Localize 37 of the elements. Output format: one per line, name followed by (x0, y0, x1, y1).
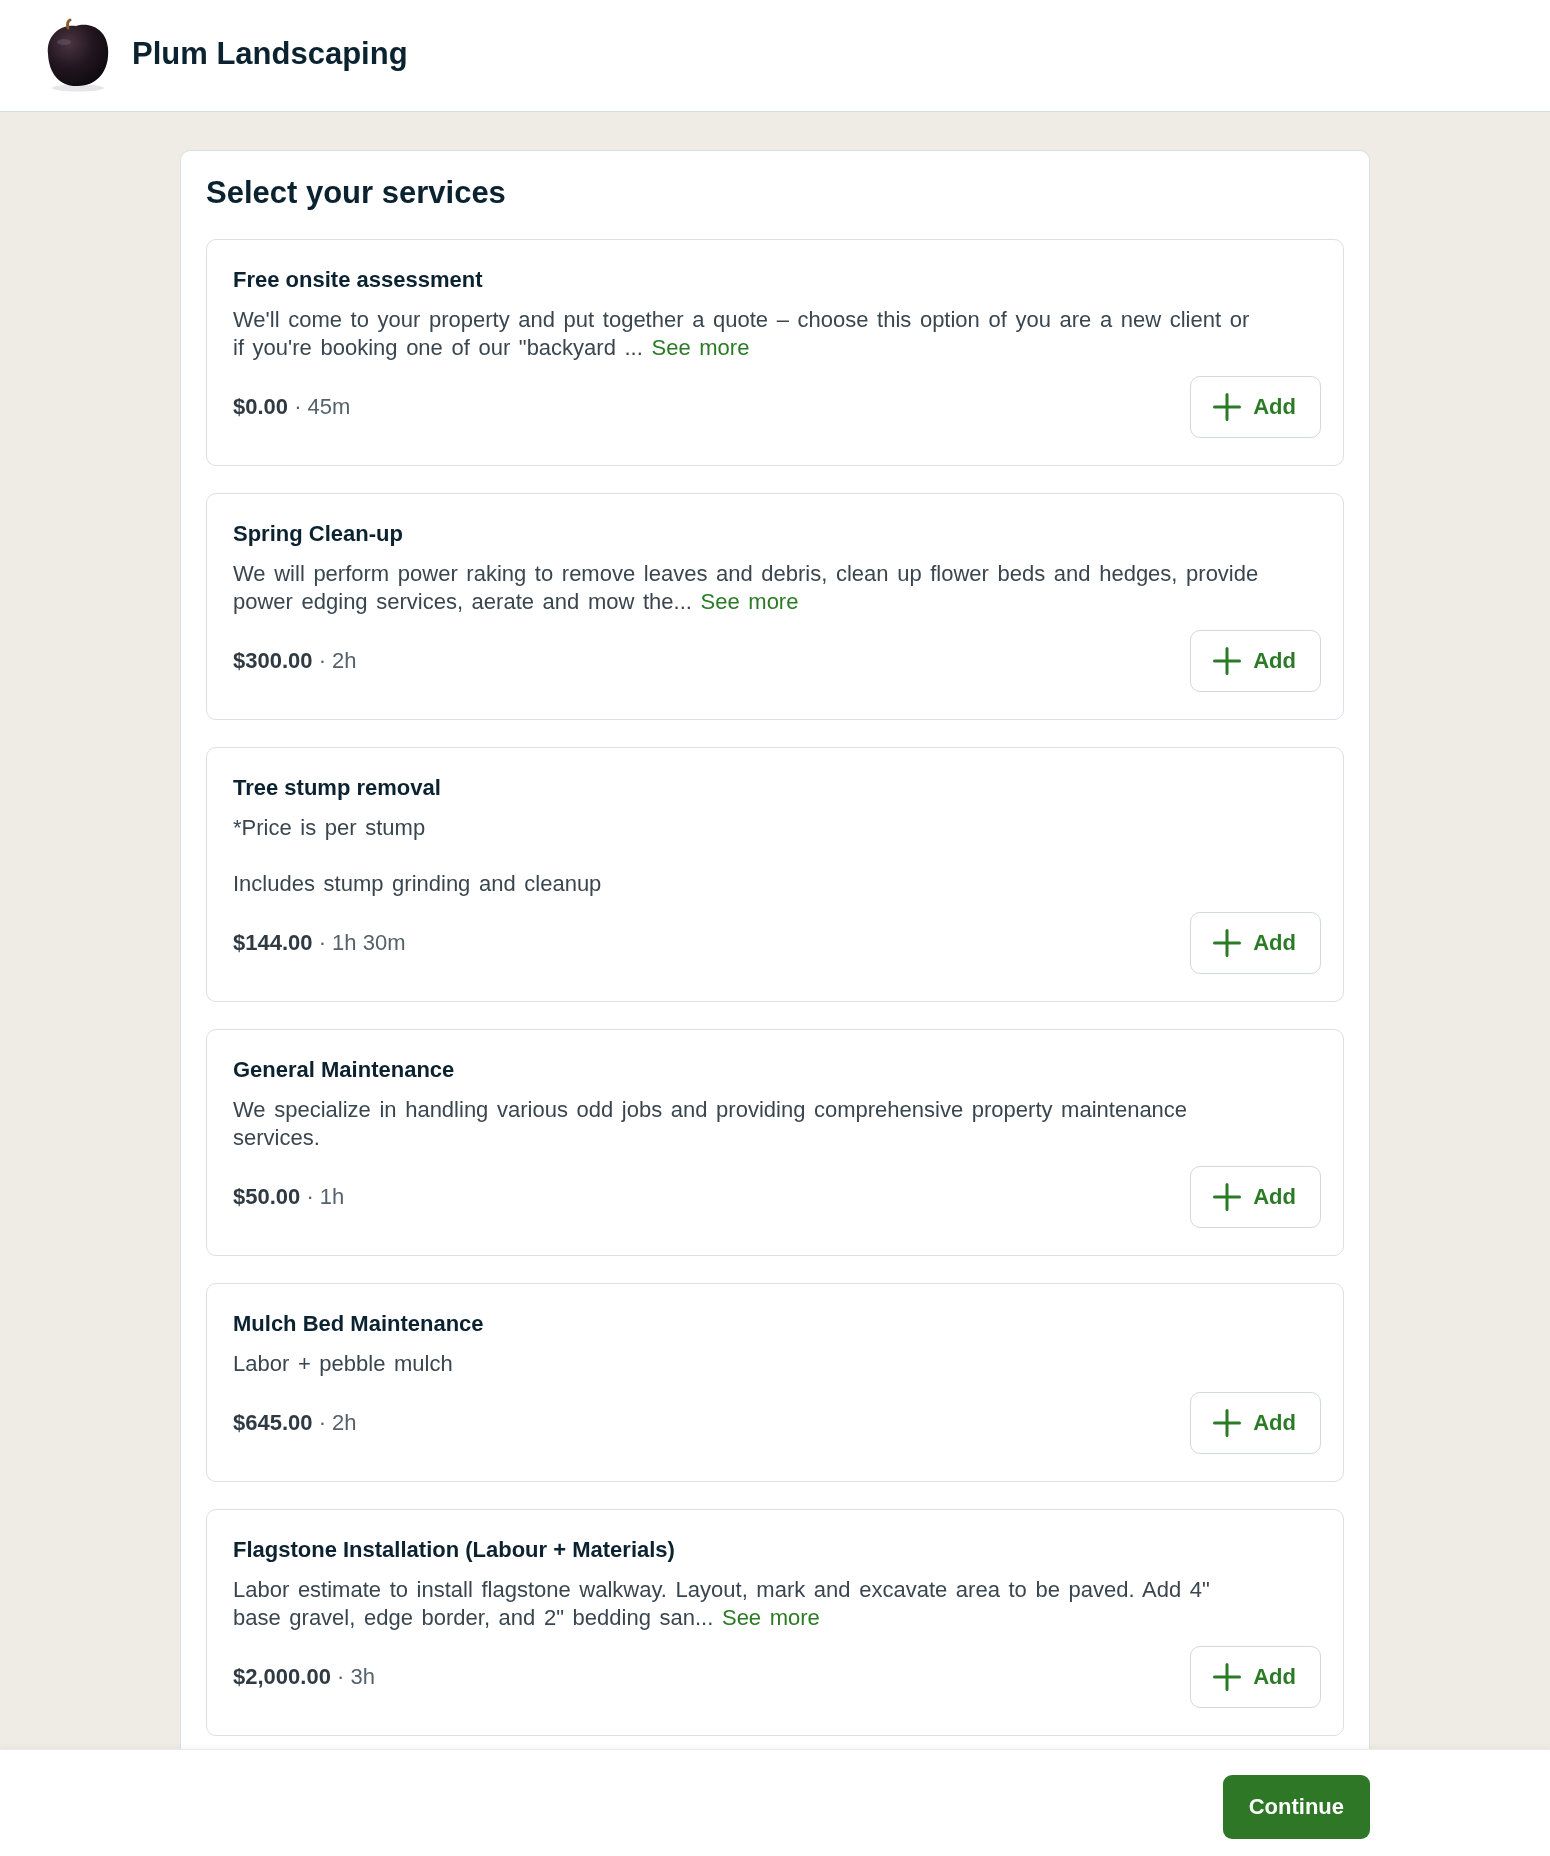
service-description: We will perform power raking to remove leaves and debris, clean up flower beds and hedges, provide power edging services, aerate and mow the... See more (233, 560, 1260, 616)
service-title: Flagstone Installation (Labour + Materials) (233, 1536, 676, 1564)
add-button[interactable]: Add (1190, 376, 1321, 438)
see-more-link[interactable]: See more (700, 589, 799, 614)
plus-icon (1213, 393, 1242, 421)
service-description: Labor estimate to install flagstone walkway. Layout, mark and excavate area to be paved. Add 4" base gravel, edge border, and 2" bedding san... See more (233, 1576, 1211, 1632)
price-duration-text: $0.00 · 45m (233, 393, 351, 421)
price-duration-text: $645.00 · 2h (233, 1409, 357, 1437)
service-title: Spring Clean-up (233, 520, 404, 548)
service-description: *Price is per stump (233, 814, 427, 842)
price-duration-text: $300.00 · 2h (233, 647, 357, 675)
service-description: We'll come to your property and put together a quote – choose this option of you are a new client or if you're booking one of our "backyard ... See more (233, 306, 1251, 362)
service-description: We specialize in handling various odd jobs and providing comprehensive property maintenance services. (233, 1096, 1189, 1152)
service-description: Includes stump grinding and cleanup (233, 870, 603, 898)
add-button[interactable]: Add (1190, 1646, 1321, 1708)
service-title: General Maintenance (233, 1056, 456, 1084)
add-button[interactable]: Add (1190, 912, 1321, 974)
continue-button[interactable]: Continue (1222, 1775, 1370, 1839)
page-heading: Select your services (206, 175, 507, 211)
price-duration-text: $144.00 · 1h 30m (233, 929, 406, 957)
add-button[interactable]: Add (1190, 1392, 1321, 1454)
plus-icon (1213, 647, 1242, 675)
price-duration-text: $50.00 · 1h (233, 1183, 345, 1211)
service-title: Mulch Bed Maintenance (233, 1310, 485, 1338)
plus-icon (1213, 929, 1242, 957)
see-more-link[interactable]: See more (651, 335, 750, 360)
price-duration-text: $2,000.00 · 3h (233, 1663, 375, 1691)
plus-icon (1213, 1663, 1242, 1691)
service-title: Free onsite assessment (233, 266, 484, 294)
add-button[interactable]: Add (1190, 630, 1321, 692)
see-more-link[interactable]: See more (721, 1605, 820, 1630)
add-button[interactable]: Add (1190, 1166, 1321, 1228)
plus-icon (1213, 1409, 1242, 1437)
plus-icon (1213, 1183, 1242, 1211)
service-title: Tree stump removal (233, 774, 442, 802)
service-description: Labor + pebble mulch (233, 1350, 454, 1378)
business-name: Plum Landscaping (132, 35, 408, 72)
